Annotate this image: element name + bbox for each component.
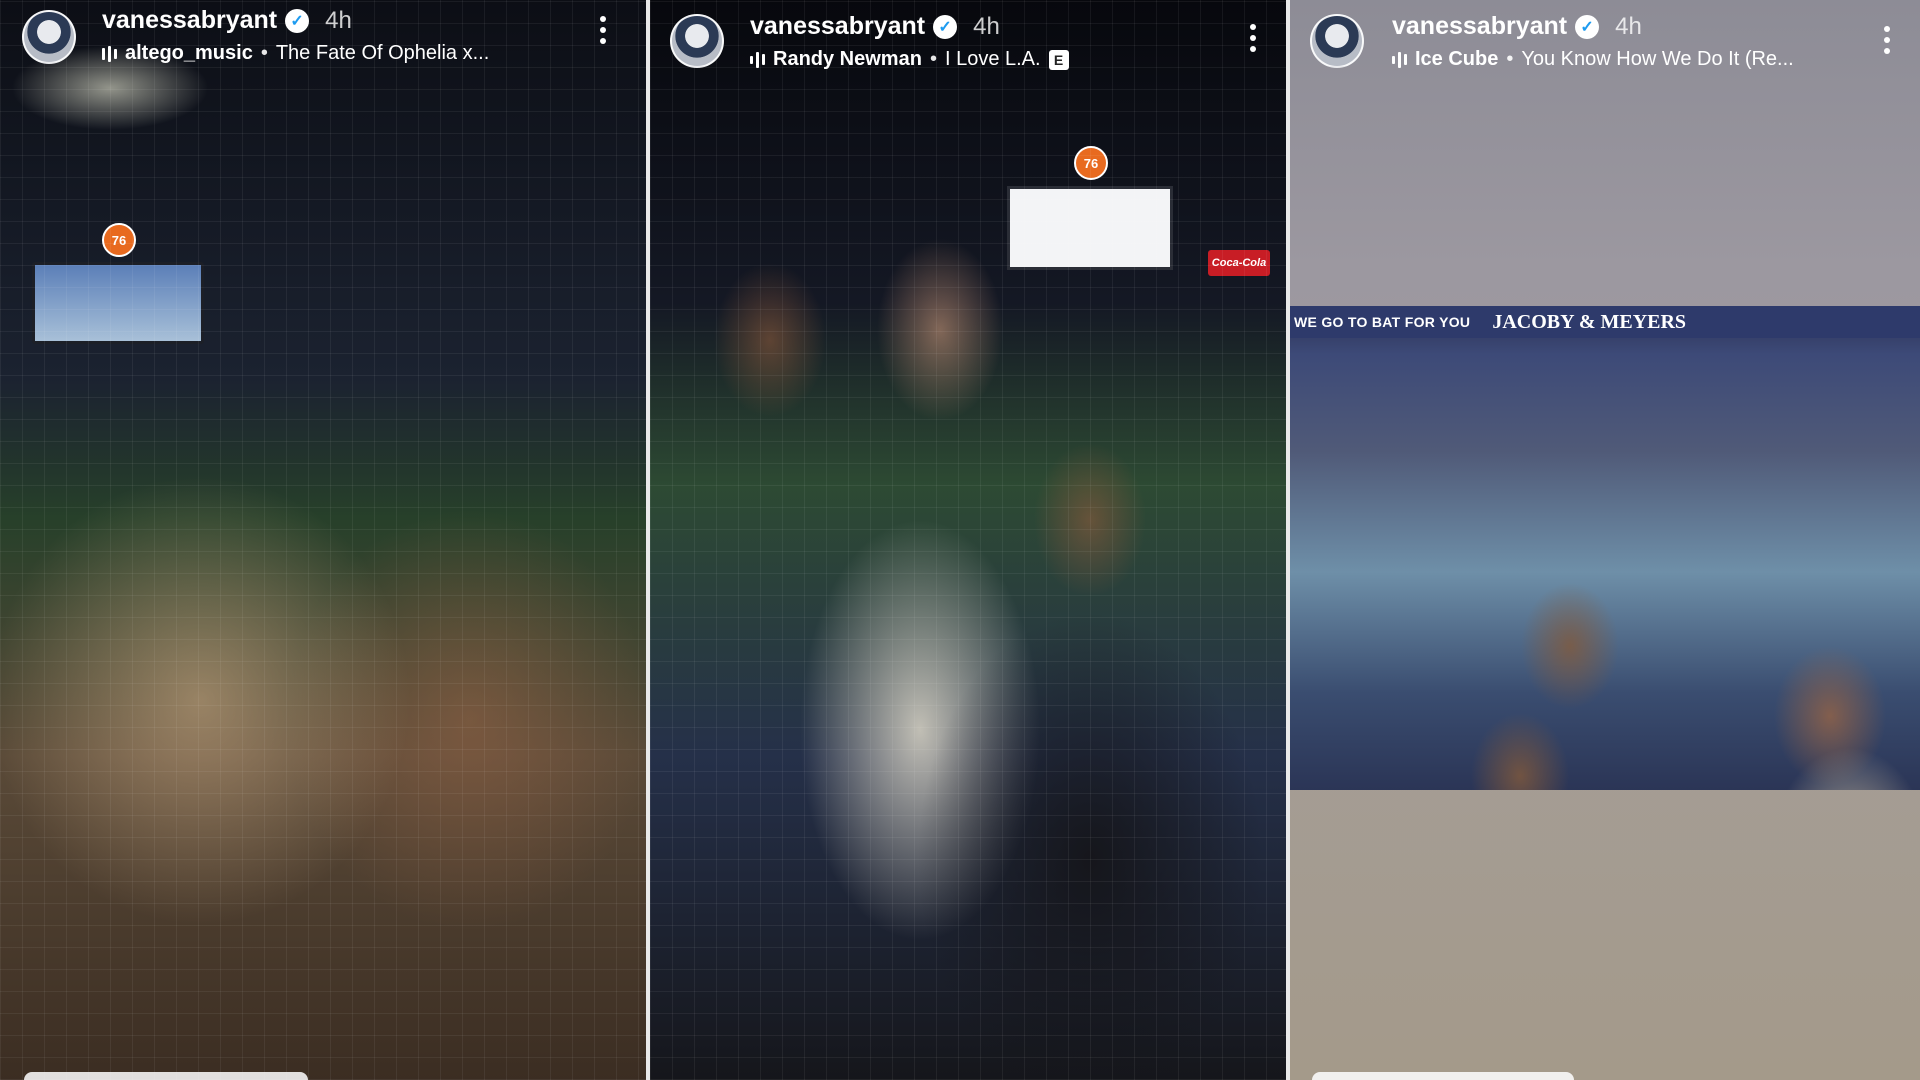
story-panel-2[interactable]: 76 Coca-Cola vanessabryant ✓ 4h Randy Ne… xyxy=(650,0,1286,1080)
music-title: The Fate Of Ophelia x... xyxy=(275,42,490,64)
story-strip: 76 vanessabryant ✓ 4h altego_music • The… xyxy=(0,0,1920,1080)
music-artist: Randy Newman xyxy=(773,48,922,70)
story-photo-1: 76 xyxy=(0,0,646,1080)
music-title: You Know How We Do It (Re... xyxy=(1521,48,1794,70)
post-time: 4h xyxy=(973,12,1000,40)
stadium-scoreboard xyxy=(32,262,204,344)
post-time: 4h xyxy=(1615,12,1642,40)
music-equalizer-icon xyxy=(750,51,765,69)
story-panel-1[interactable]: 76 vanessabryant ✓ 4h altego_music • The… xyxy=(0,0,646,1080)
music-separator: • xyxy=(1506,48,1514,70)
story-header-3: vanessabryant ✓ 4h Ice Cube • You Know H… xyxy=(1290,0,1920,90)
story-panel-3[interactable]: WE GO TO BAT FOR YOU JACOBY & MEYERS van… xyxy=(1290,0,1920,1080)
avatar[interactable] xyxy=(1310,14,1364,68)
story-bottom-handle xyxy=(24,1072,308,1080)
verified-check-icon: ✓ xyxy=(285,8,310,33)
username[interactable]: vanessabryant xyxy=(102,6,277,35)
username[interactable]: vanessabryant xyxy=(750,12,925,41)
story-header-1: vanessabryant ✓ 4h altego_music • The Fa… xyxy=(0,0,646,90)
music-attribution[interactable]: Randy Newman • I Love L.A. E xyxy=(750,48,1069,71)
music-equalizer-icon xyxy=(1392,51,1407,69)
avatar[interactable] xyxy=(670,14,724,68)
verified-check-icon: ✓ xyxy=(933,14,958,39)
more-vertical-icon[interactable] xyxy=(1248,24,1258,52)
story-photo-3: WE GO TO BAT FOR YOU JACOBY & MEYERS xyxy=(1290,306,1920,790)
banner-text: WE GO TO BAT FOR YOU xyxy=(1294,314,1471,330)
music-attribution[interactable]: Ice Cube • You Know How We Do It (Re... xyxy=(1392,48,1794,71)
logo-76-sign: 76 xyxy=(1074,146,1108,180)
music-separator: • xyxy=(260,42,268,64)
username[interactable]: vanessabryant xyxy=(1392,12,1567,41)
explicit-badge: E xyxy=(1048,49,1069,70)
music-artist: altego_music xyxy=(125,42,253,64)
story-photo-2: 76 Coca-Cola xyxy=(650,0,1286,1080)
coca-cola-sign: Coca-Cola xyxy=(1208,250,1270,276)
verified-check-icon: ✓ xyxy=(1575,14,1600,39)
story-header-2: vanessabryant ✓ 4h Randy Newman • I Love… xyxy=(650,0,1286,90)
stadium-scoreboard xyxy=(1007,186,1173,270)
banner-brand: JACOBY & MEYERS xyxy=(1492,310,1687,333)
more-vertical-icon[interactable] xyxy=(598,16,608,44)
story-bottom-handle xyxy=(1312,1072,1574,1080)
music-title: I Love L.A. xyxy=(944,48,1041,70)
post-time: 4h xyxy=(325,6,352,34)
music-equalizer-icon xyxy=(102,45,117,63)
music-attribution[interactable]: altego_music • The Fate Of Ophelia x... xyxy=(102,42,489,65)
music-artist: Ice Cube xyxy=(1415,48,1499,70)
more-vertical-icon[interactable] xyxy=(1882,26,1892,54)
avatar[interactable] xyxy=(22,10,76,64)
logo-76-sign: 76 xyxy=(102,223,136,257)
stadium-banner: WE GO TO BAT FOR YOU JACOBY & MEYERS xyxy=(1290,306,1920,338)
music-separator: • xyxy=(929,48,937,70)
